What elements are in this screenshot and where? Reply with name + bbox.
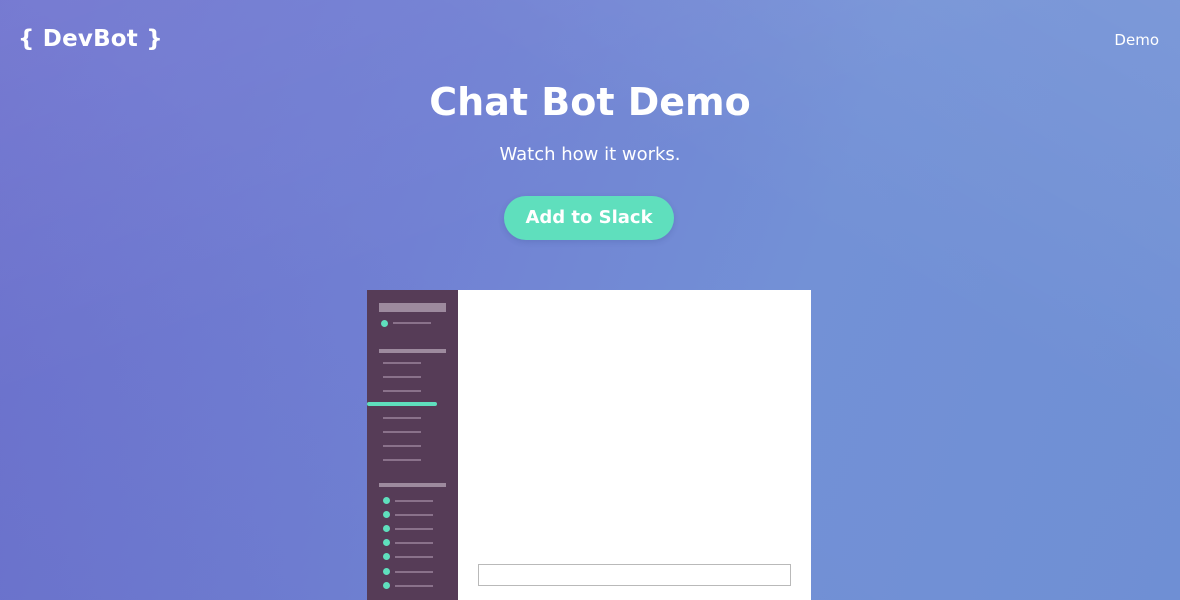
- slack-sidebar: [367, 290, 458, 600]
- sidebar-channel-item: [383, 390, 421, 392]
- presence-dot-icon: [383, 582, 390, 589]
- message-input[interactable]: [478, 564, 791, 586]
- sidebar-channel-item: [383, 431, 421, 433]
- sidebar-dm-item: [395, 542, 433, 544]
- presence-dot-icon: [383, 539, 390, 546]
- add-to-slack-button[interactable]: Add to Slack: [504, 196, 674, 240]
- sidebar-dm-item: [395, 514, 433, 516]
- slack-demo-preview: [367, 290, 811, 600]
- slack-message-area: [458, 290, 811, 600]
- sidebar-team-name: [379, 303, 446, 312]
- presence-dot-icon: [383, 568, 390, 575]
- sidebar-dm-item: [395, 528, 433, 530]
- presence-dot-icon: [383, 497, 390, 504]
- sidebar-active-channel: [367, 402, 437, 406]
- sidebar-username: [393, 322, 431, 324]
- presence-dot-icon: [383, 511, 390, 518]
- presence-dot-icon: [381, 320, 388, 327]
- sidebar-channel-item: [383, 376, 421, 378]
- sidebar-channel-item: [383, 445, 421, 447]
- nav-link-demo[interactable]: Demo: [1114, 31, 1159, 49]
- sidebar-channel-item: [383, 362, 421, 364]
- presence-dot-icon: [383, 525, 390, 532]
- sidebar-channel-item: [383, 459, 421, 461]
- sidebar-section-header: [379, 483, 446, 487]
- logo[interactable]: { DevBot }: [18, 26, 163, 52]
- sidebar-dm-item: [395, 500, 433, 502]
- page-title: Chat Bot Demo: [429, 80, 751, 124]
- presence-dot-icon: [383, 553, 390, 560]
- sidebar-channel-item: [383, 417, 421, 419]
- sidebar-dm-item: [395, 556, 433, 558]
- page-subtitle: Watch how it works.: [499, 144, 681, 165]
- sidebar-dm-item: [395, 585, 433, 587]
- sidebar-section-header: [379, 349, 446, 353]
- sidebar-dm-item: [395, 571, 433, 573]
